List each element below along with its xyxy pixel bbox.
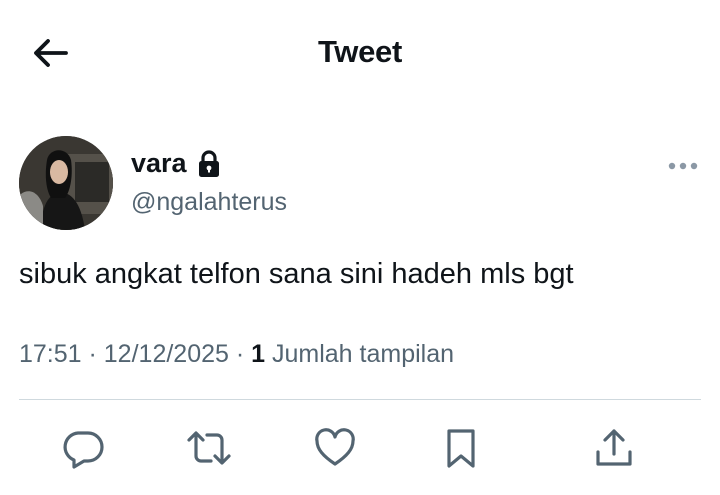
more-options-button[interactable] [665, 154, 701, 178]
tweet-date[interactable]: 12/12/2025 [104, 340, 229, 369]
display-name[interactable]: vara [131, 148, 222, 179]
page-title: Tweet [317, 34, 403, 69]
like-button[interactable] [305, 418, 365, 478]
retweet-button[interactable] [179, 418, 239, 478]
meta-separator: · [228, 340, 252, 368]
view-label[interactable]: Jumlah tampilan [265, 340, 454, 369]
tweet-author: vara @ngalahterus [19, 136, 709, 232]
avatar[interactable] [19, 136, 113, 230]
bookmark-button[interactable] [431, 418, 491, 478]
share-icon [596, 429, 632, 466]
tweet-time[interactable]: 17:51 [19, 340, 82, 369]
reply-icon [63, 431, 104, 469]
top-bar: Tweet [0, 0, 720, 104]
tweet-text: sibuk angkat telfon sana sini hadeh mls … [19, 258, 574, 290]
user-handle[interactable]: @ngalahterus [131, 188, 287, 217]
meta-separator: · [81, 340, 104, 368]
avatar-photo [19, 136, 113, 230]
reply-button[interactable] [53, 418, 113, 478]
divider [19, 399, 701, 400]
like-icon [315, 428, 355, 466]
view-count: 1 [251, 340, 266, 368]
display-name-text: vara [131, 148, 187, 178]
action-bar [0, 418, 720, 478]
more-icon [668, 162, 698, 170]
tweet-meta: 17:51 · 12/12/2025 · 1 Jumlah tampilan [19, 340, 454, 369]
bookmark-icon [447, 429, 475, 468]
retweet-icon [187, 431, 231, 465]
lock-icon [198, 149, 219, 177]
share-button[interactable] [584, 418, 644, 478]
